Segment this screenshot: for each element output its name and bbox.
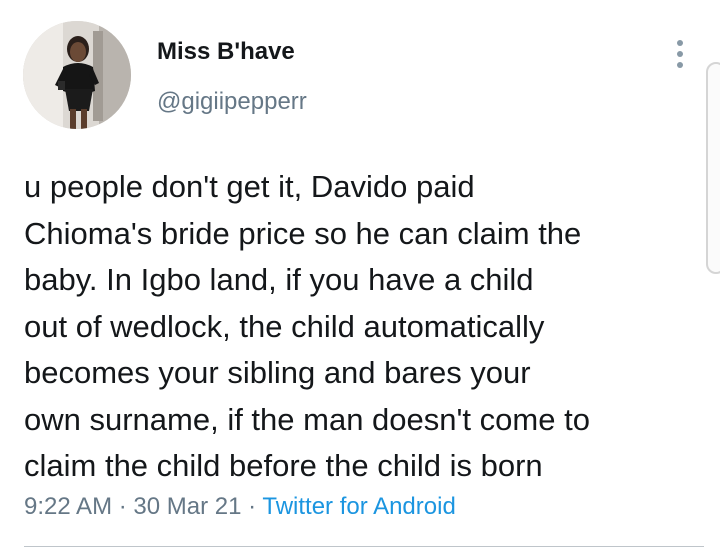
avatar[interactable] — [23, 21, 131, 129]
user-handle[interactable]: @gigiipepperr — [157, 88, 307, 116]
display-name[interactable]: Miss B'have — [157, 38, 295, 66]
tweet-card: Miss B'have @gigiipepperr u people don't… — [0, 0, 720, 551]
more-vertical-icon[interactable] — [668, 38, 692, 70]
avatar-photo — [23, 21, 131, 129]
tweet-text: u people don't get it, Davido paid Chiom… — [24, 169, 590, 483]
meta-separator: · — [118, 493, 127, 520]
tweet-time[interactable]: 9:22 AM — [24, 493, 112, 520]
scroll-edge — [706, 62, 720, 274]
tweet-source-link[interactable]: Twitter for Android — [262, 493, 455, 520]
meta-separator: · — [248, 493, 257, 520]
tweet-date[interactable]: 30 Mar 21 — [133, 493, 241, 520]
tweet-meta: 9:22 AM · 30 Mar 21 · Twitter for Androi… — [24, 493, 456, 521]
divider — [24, 546, 704, 547]
